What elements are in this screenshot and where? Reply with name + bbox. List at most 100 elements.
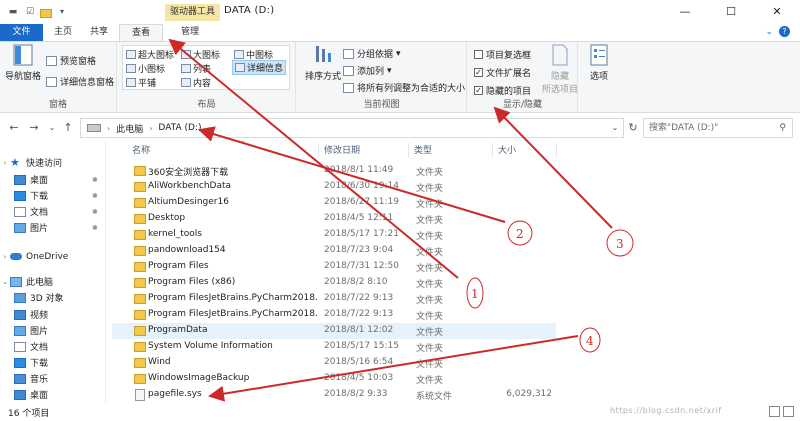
tab-manage[interactable]: 管理 [168,24,212,41]
nav-item-this-pc[interactable]: ⌄ 此电脑 [0,274,105,289]
nav-item-onedrive[interactable]: › OneDrive [0,249,105,264]
nav-item-3d-objects[interactable]: 3D 对象 [0,290,105,305]
nav-item-documents-pc[interactable]: 文档 [0,339,105,354]
file-row[interactable]: System Volume Information 2018/5/17 15:15… [112,339,556,355]
back-button[interactable]: ← [6,119,22,137]
new-folder-icon[interactable] [40,9,52,18]
layout-tiles[interactable]: 平铺 [126,76,156,89]
tab-share[interactable]: 共享 [82,24,116,41]
close-button[interactable]: ✕ [754,0,800,24]
recent-locations-button[interactable]: ⌄ [44,119,60,137]
nav-item-desktop-pc[interactable]: 桌面 [0,387,105,402]
layout-list[interactable]: 列表 [181,62,211,75]
tab-home[interactable]: 主页 [47,24,79,41]
nav-item-pictures-pc[interactable]: 图片 [0,323,105,338]
hide-selected-button[interactable]: 隐藏 所选项目 [542,44,578,95]
customize-toolbar-icon[interactable]: ▾ [55,5,69,19]
options-button[interactable]: 选项 [584,44,614,82]
file-row[interactable]: pagefile.sys 2018/8/2 9:33 系统文件 6,029,312 [112,387,556,403]
large-icons-view-toggle-icon[interactable] [783,406,794,417]
expand-arrow-icon[interactable]: › [0,253,10,261]
properties-icon[interactable]: ☑ [23,5,37,19]
nav-item-downloads-pc[interactable]: 下载 [0,355,105,370]
layout-extra-large-icons[interactable]: 超大图标 [126,48,174,61]
file-row[interactable]: Wind 2018/5/16 6:54 文件夹 [112,355,556,371]
address-bar[interactable]: › 此电脑 › DATA (D:) › [80,118,624,138]
hidden-items-toggle[interactable]: ✓ 隐藏的项目 [474,84,531,97]
item-checkboxes-toggle[interactable]: 项目复选框 [474,48,531,61]
file-row[interactable]: ProgramData 2018/8/1 12:02 文件夹 [112,323,556,339]
document-icon [14,206,26,217]
layout-content[interactable]: 内容 [181,76,211,89]
breadcrumb-separator-icon[interactable]: › [149,124,152,133]
file-row[interactable]: AltiumDesinger16 2018/6/27 11:19 文件夹 [112,195,556,211]
file-row[interactable]: 360安全浏览器下载 2018/8/1 11:49 文件夹 [112,163,556,179]
breadcrumb-separator-icon[interactable]: › [207,124,210,133]
column-separator[interactable] [556,143,557,157]
preview-pane-button[interactable]: 预览窗格 [46,54,96,67]
ribbon-help[interactable]: ⌄? [765,24,790,41]
nav-item-pictures[interactable]: 图片 ✱ [0,220,105,235]
nav-item-quick-access[interactable]: › ★ 快速访问 [0,155,105,170]
pin-icon[interactable]: ✱ [92,224,98,232]
nav-pane-button[interactable]: 导航窗格 [4,44,42,82]
pin-icon[interactable]: ✱ [92,192,98,200]
nav-item-downloads[interactable]: 下载 ✱ [0,188,105,203]
breadcrumb-data-drive[interactable]: DATA (D:) [158,123,201,133]
column-header-date[interactable]: 修改日期 [324,143,360,156]
column-header-size[interactable]: 大小 [498,143,516,156]
layout-medium-icons[interactable]: 中图标 [234,48,273,61]
checkbox-checked[interactable]: ✓ [474,86,483,95]
pin-icon[interactable]: ✱ [92,176,98,184]
nav-item-desktop[interactable]: 桌面 ✱ [0,172,105,187]
file-row[interactable]: AliWorkbenchData 2018/6/30 19:14 文件夹 [112,179,556,195]
nav-item-documents[interactable]: 文档 ✱ [0,204,105,219]
tab-view[interactable]: 查看 [119,24,163,42]
column-separator[interactable] [318,143,319,157]
file-row[interactable]: Program FilesJetBrains.PyCharm2018... 201… [112,307,556,323]
pin-icon[interactable]: ✱ [92,208,98,216]
layout-details[interactable]: 详细信息 [231,60,287,75]
details-view-toggle-icon[interactable] [769,406,780,417]
fit-columns-button[interactable]: 将所有列调整为合适的大小 [343,81,465,94]
file-extensions-toggle[interactable]: ✓ 文件扩展名 [474,66,531,79]
chevron-down-icon[interactable]: ⌄ [765,27,773,37]
forward-button[interactable]: → [26,119,42,137]
layout-small-icons[interactable]: 小图标 [126,62,165,75]
sort-by-button[interactable]: 排序方式 [303,44,343,82]
tab-file[interactable]: 文件 [0,24,43,41]
checkbox-checked[interactable]: ✓ [474,68,483,77]
help-icon[interactable]: ? [779,26,790,37]
column-separator[interactable] [492,143,493,157]
nav-item-label: 图片 [30,327,49,337]
column-header-type[interactable]: 类型 [414,143,432,156]
details-pane-button[interactable]: 详细信息窗格 [46,75,114,88]
file-row[interactable]: Program FilesJetBrains.PyCharm2018... 201… [112,291,556,307]
column-header-name[interactable]: ⌃ 名称 [132,140,246,156]
nav-item-videos[interactable]: 视频 [0,307,105,322]
layout-large-icons[interactable]: 大图标 [181,48,220,61]
column-separator[interactable] [408,143,409,157]
breadcrumb-separator-icon[interactable]: › [107,124,110,133]
file-row[interactable]: kernel_tools 2018/5/17 17:21 文件夹 [112,227,556,243]
refresh-button[interactable]: ↻ [626,119,640,137]
file-row[interactable]: Program Files 2018/7/31 12:50 文件夹 [112,259,556,275]
file-row[interactable]: Program Files (x86) 2018/8/2 8:10 文件夹 [112,275,556,291]
breadcrumb-this-pc[interactable]: 此电脑 [116,122,143,135]
up-button[interactable]: ↑ [60,119,76,137]
pane-divider[interactable] [105,141,106,403]
checkbox-unchecked[interactable] [474,50,483,59]
minimize-button[interactable]: — [662,0,708,24]
address-history-dropdown[interactable]: ⌄ [608,119,622,137]
nav-item-music[interactable]: 音乐 [0,371,105,386]
expand-arrow-icon[interactable]: ⌄ [0,278,10,286]
add-column-button[interactable]: 添加列 ▾ [343,64,392,77]
maximize-button[interactable]: ☐ [708,0,754,24]
search-icon[interactable]: ⚲ [779,119,786,137]
file-row[interactable]: Desktop 2018/4/5 12:11 文件夹 [112,211,556,227]
search-box[interactable]: 搜索"DATA (D:)" ⚲ [643,118,793,138]
file-row[interactable]: WindowsImageBackup 2018/4/5 10:03 文件夹 [112,371,556,387]
group-by-button[interactable]: 分组依据 ▾ [343,47,401,60]
file-row[interactable]: pandownload154 2018/7/23 9:04 文件夹 [112,243,556,259]
expand-arrow-icon[interactable]: › [0,159,10,167]
